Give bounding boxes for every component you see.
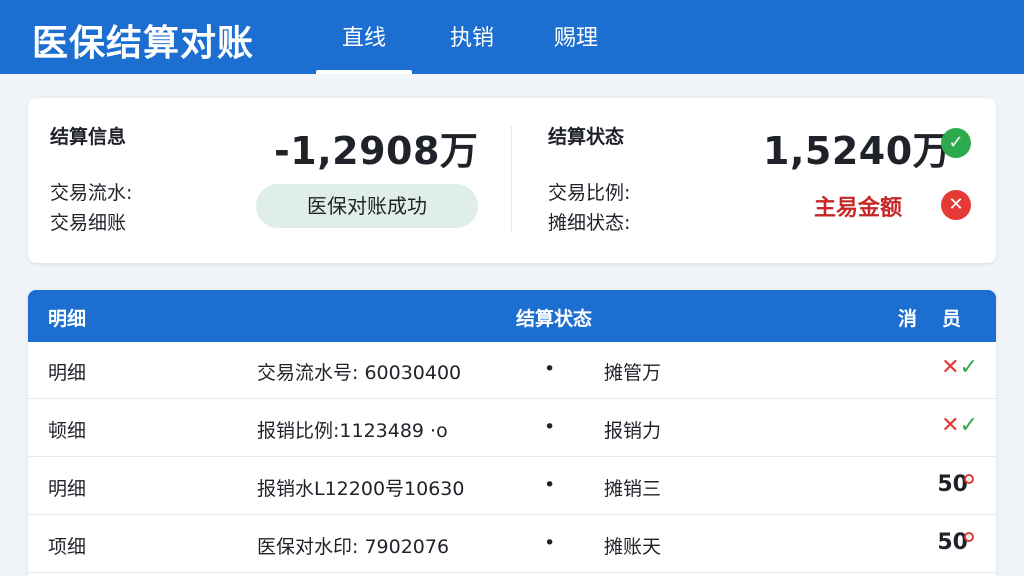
row-detail: 医保对水印: 7902076 <box>257 536 450 558</box>
row-name: 明细 <box>48 478 87 500</box>
row-bullet: • <box>544 474 556 496</box>
row-status: 报销力 <box>604 420 662 442</box>
alert-dot-icon <box>964 474 974 484</box>
app-header: 医保结算对账 直线 执销 赐理 <box>0 0 1024 74</box>
table-row[interactable]: 明细 交易流水号: 60030400 • 摊管万 ✕✓ <box>28 342 996 399</box>
app-title: 医保结算对账 <box>32 23 255 64</box>
row-detail: 报销水L12200号10630 <box>257 478 465 500</box>
check-icon[interactable]: ✓ <box>960 413 978 438</box>
row-bullet: • <box>544 358 556 380</box>
settlement-info-heading: 结算信息 <box>50 126 127 148</box>
close-icon[interactable]: ✕ <box>941 413 959 438</box>
reconcile-success-badge: 医保对账成功 <box>256 184 478 228</box>
settlement-info-amount: -1,2908万 <box>274 129 479 173</box>
row-status: 摊管万 <box>604 362 662 384</box>
header-col-3: 消 <box>898 308 918 330</box>
row-detail: 交易流水号: 60030400 <box>257 362 462 384</box>
summary-card: 结算信息 -1,2908万 交易流水: 交易细账 医保对账成功 结算状态 1,5… <box>28 98 996 263</box>
alert-dot-icon <box>964 532 974 542</box>
header-col-detail: 明细 <box>48 308 87 330</box>
tab-direct[interactable]: 直线 <box>315 20 413 74</box>
table-row[interactable]: 明细 报销水L12200号10630 • 摊销三 50 <box>28 458 996 515</box>
check-icon[interactable]: ✓ <box>960 355 978 380</box>
summary-divider <box>511 126 512 232</box>
header-col-status: 结算状态 <box>516 308 593 330</box>
tab-execute[interactable]: 执销 <box>450 20 494 74</box>
header-col-4: 员 <box>942 308 962 330</box>
settlement-status-heading: 结算状态 <box>548 126 625 148</box>
row-name: 项细 <box>48 536 87 558</box>
settlement-status-amount: 1,5240万 <box>763 129 952 173</box>
transaction-ratio-label: 交易比例: <box>548 182 631 204</box>
row-name: 明细 <box>48 362 87 384</box>
row-bullet: • <box>544 416 556 438</box>
tab-process[interactable]: 赐理 <box>554 20 598 74</box>
transaction-detail-label: 交易细账 <box>50 212 127 234</box>
row-value: 50 <box>937 472 968 497</box>
close-icon[interactable]: ✕ <box>941 355 959 380</box>
transaction-flow-label: 交易流水: <box>50 182 133 204</box>
table-header: 明细 结算状态 消 员 <box>28 290 996 342</box>
table-row[interactable]: 项细 医保对水印: 7902076 • 摊账天 50 <box>28 516 996 573</box>
table-row[interactable]: 顿细 报销比例:1123489 ·o • 报销力 ✕✓ <box>28 400 996 457</box>
row-status: 摊账天 <box>604 536 662 558</box>
row-detail: 报销比例:1123489 ·o <box>257 420 448 442</box>
row-bullet: • <box>544 532 556 554</box>
detail-table: 明细 结算状态 消 员 明细 交易流水号: 60030400 • 摊管万 ✕✓ … <box>28 290 996 576</box>
row-status-marks: ✕✓ <box>941 355 978 380</box>
detail-status-label: 摊细状态: <box>548 212 631 234</box>
row-value: 50 <box>937 530 968 555</box>
amount-alert-text: 主易金额 <box>814 196 903 221</box>
row-status-marks: ✕✓ <box>941 413 978 438</box>
row-status: 摊销三 <box>604 478 662 500</box>
error-circle-icon: ✕ <box>941 190 971 220</box>
check-circle-icon: ✓ <box>941 128 971 158</box>
row-name: 顿细 <box>48 420 87 442</box>
